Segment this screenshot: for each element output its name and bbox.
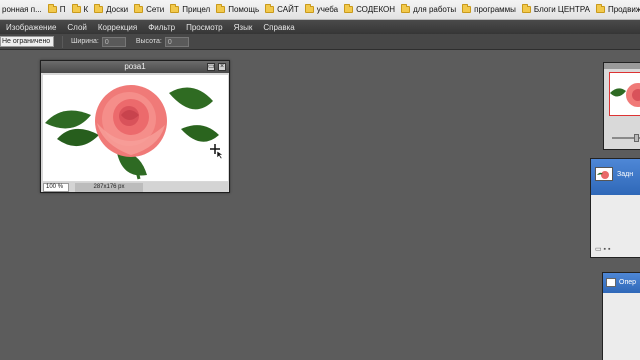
options-divider (62, 35, 63, 48)
menu-image[interactable]: Изображение (6, 23, 56, 32)
bookmark-item[interactable]: ронная п... (2, 5, 42, 14)
folder-icon (595, 4, 605, 13)
folder-icon (265, 4, 275, 13)
document-titlebar[interactable]: роза1 ▭ × (41, 61, 229, 73)
folder-icon (304, 4, 314, 13)
bookmark-label: Сети (146, 5, 165, 14)
navigator-thumbnail (610, 83, 640, 107)
document-title: роза1 (124, 62, 146, 71)
menu-filter[interactable]: Фильтр (148, 23, 175, 32)
layers-panel-header: Задн (591, 159, 640, 195)
bookmark-item[interactable]: учеба (304, 4, 339, 14)
folder-icon (47, 4, 57, 13)
bookmark-item[interactable]: Блоги ЦЕНТРА (521, 4, 590, 14)
folder-icon (344, 4, 354, 13)
rose-image (45, 85, 219, 180)
bookmark-label: Прицел (182, 5, 211, 14)
bookmark-item[interactable]: П (47, 4, 66, 14)
history-panel-header: Опер (603, 273, 640, 293)
bookmark-item[interactable]: Доски (94, 4, 129, 14)
close-icon[interactable]: × (218, 63, 226, 71)
bookmark-item[interactable]: Прицел (170, 4, 211, 14)
navigator-panel[interactable] (603, 62, 640, 150)
image-dimensions: 287x176 px (75, 182, 143, 192)
bookmark-label: программы (474, 5, 516, 14)
folder-icon (170, 4, 180, 13)
bookmark-item[interactable]: программы (462, 4, 516, 14)
navigator-preview[interactable] (609, 72, 640, 116)
constraint-select[interactable]: Не ограничено (0, 36, 54, 47)
bookmark-item[interactable]: СОДЕКОН (344, 4, 396, 14)
menu-layer[interactable]: Слой (67, 23, 86, 32)
maximize-icon[interactable]: ▭ (207, 63, 215, 71)
bookmark-item[interactable]: САЙТ (265, 4, 299, 14)
document-status-bar: 100 % 287x176 px (43, 182, 228, 192)
menu-view[interactable]: Просмотр (186, 23, 223, 32)
image-canvas[interactable] (43, 75, 228, 181)
height-input[interactable]: 0 (164, 36, 189, 47)
menu-help[interactable]: Справка (263, 23, 294, 32)
bookmark-label: К (83, 5, 89, 14)
history-panel[interactable]: Опер (602, 272, 640, 360)
folder-icon (401, 4, 411, 13)
zoom-input[interactable]: 100 % (43, 182, 69, 192)
bookmark-label: САЙТ (277, 5, 299, 14)
tool-options-bar: Не ограничено Ширина: 0 Высота: 0 (0, 34, 640, 50)
layer-thumbnail-image (597, 171, 609, 179)
bookmark-item[interactable]: Продвижение (595, 4, 640, 14)
bookmark-label: П (59, 5, 66, 14)
layer-thumbnail[interactable] (595, 167, 613, 181)
bookmark-label: ронная п... (2, 5, 42, 14)
folder-icon (521, 4, 531, 13)
layers-panel-buttons[interactable]: ▭ ▪ ▪ (595, 245, 610, 253)
folder-icon (94, 4, 104, 13)
zoom-slider-handle[interactable] (634, 134, 639, 142)
menu-language[interactable]: Язык (234, 23, 253, 32)
document-window[interactable]: роза1 ▭ × 100 % 287x176 px (40, 60, 230, 193)
height-label: Высота: (135, 38, 162, 45)
bookmarks-bar: ронная п... П К Доски Сети Прицел Помощь САЙТ уч… (0, 0, 640, 20)
bookmark-label: СОДЕКОН (356, 5, 396, 14)
folder-icon (216, 4, 226, 13)
bookmark-label: для работы (413, 5, 457, 14)
folder-icon (462, 4, 472, 13)
app-menu-bar: Изображение Слой Коррекция Фильтр Просмо… (0, 20, 640, 34)
width-label: Ширина: (71, 38, 99, 45)
bookmark-label: Доски (106, 5, 129, 14)
bookmark-item[interactable]: Сети (134, 4, 165, 14)
bookmark-label: Помощь (228, 5, 260, 14)
bookmark-item[interactable]: для работы (401, 4, 457, 14)
move-cursor-icon (210, 144, 224, 159)
bookmark-label: учеба (316, 5, 339, 14)
history-icon (606, 278, 616, 287)
bookmark-label: Продвижение (607, 5, 640, 14)
bookmark-item[interactable]: Помощь (216, 4, 260, 14)
layer-name: Задн (617, 171, 634, 178)
bookmark-item[interactable]: К (71, 4, 89, 14)
folder-icon (134, 4, 144, 13)
width-input[interactable]: 0 (101, 36, 126, 47)
history-item-open[interactable]: Опер (619, 279, 636, 286)
folder-icon (71, 4, 81, 13)
navigator-header[interactable] (604, 63, 640, 69)
layers-panel[interactable]: Задн ▭ ▪ ▪ (590, 158, 640, 258)
menu-adjustment[interactable]: Коррекция (98, 23, 137, 32)
bookmark-label: Блоги ЦЕНТРА (533, 5, 590, 14)
